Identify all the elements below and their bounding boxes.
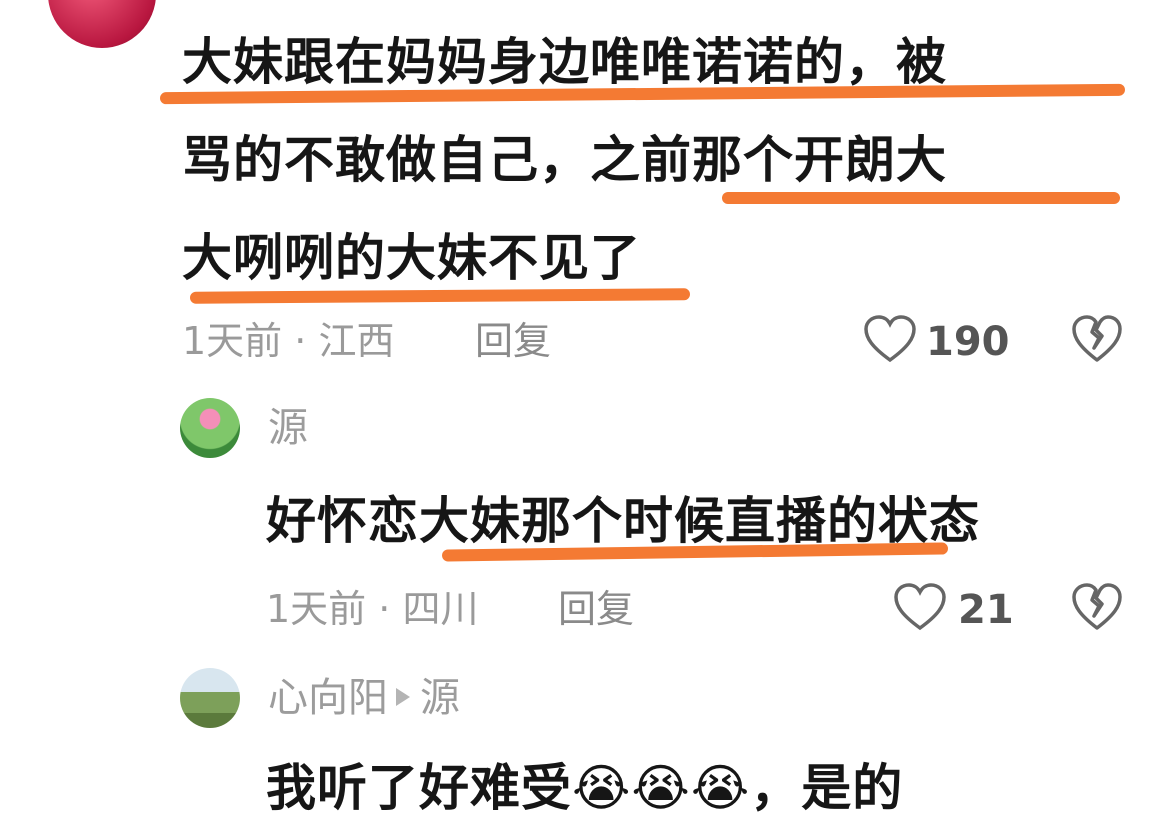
reply-button[interactable]: 回复 [475,318,551,364]
dislike-button[interactable] [1070,582,1124,634]
highlight-underline [722,192,1120,204]
dislike-button[interactable] [1070,314,1124,366]
comment-meta: 1天前 · 江西 [182,318,394,364]
reply-username-line: 心向阳源 [268,674,460,722]
comment-meta: 1天前 · 四川 [266,586,478,632]
highlight-underline [189,288,691,304]
heart-icon [894,583,946,631]
comment-location: 江西 [318,319,395,363]
reply-text: 好怀恋大妹那个时候直播的状态 [266,492,980,550]
like-count: 190 [926,319,1010,365]
comment-text-line: 大咧咧的大妹不见了 [182,229,641,287]
reply-button[interactable]: 回复 [558,586,634,632]
avatar[interactable] [180,398,240,458]
reply-text: 我听了好难受😭😭😭，是的 [266,759,904,817]
comment-text-line: 大妹跟在妈妈身边唯唯诺诺的，被 [182,33,947,91]
broken-heart-icon [1072,583,1122,630]
reply-to-username[interactable]: 源 [420,675,460,721]
username[interactable]: 心向阳 [268,675,388,721]
comment-text-line: 骂的不敢做自己，之前那个开朗大 [182,131,947,189]
like-count: 21 [958,587,1014,633]
reply-arrow-icon [396,688,410,706]
avatar[interactable] [180,668,240,728]
comment-time: 1天前 [266,587,367,631]
avatar[interactable] [48,0,156,48]
like-button[interactable] [892,582,948,634]
like-button[interactable] [862,314,918,366]
username[interactable]: 源 [268,404,308,452]
meta-separator: · [378,587,391,631]
heart-icon [864,315,916,363]
comment-time: 1天前 [182,319,283,363]
broken-heart-icon [1072,315,1122,362]
meta-separator: · [294,319,307,363]
comment-location: 四川 [402,587,479,631]
